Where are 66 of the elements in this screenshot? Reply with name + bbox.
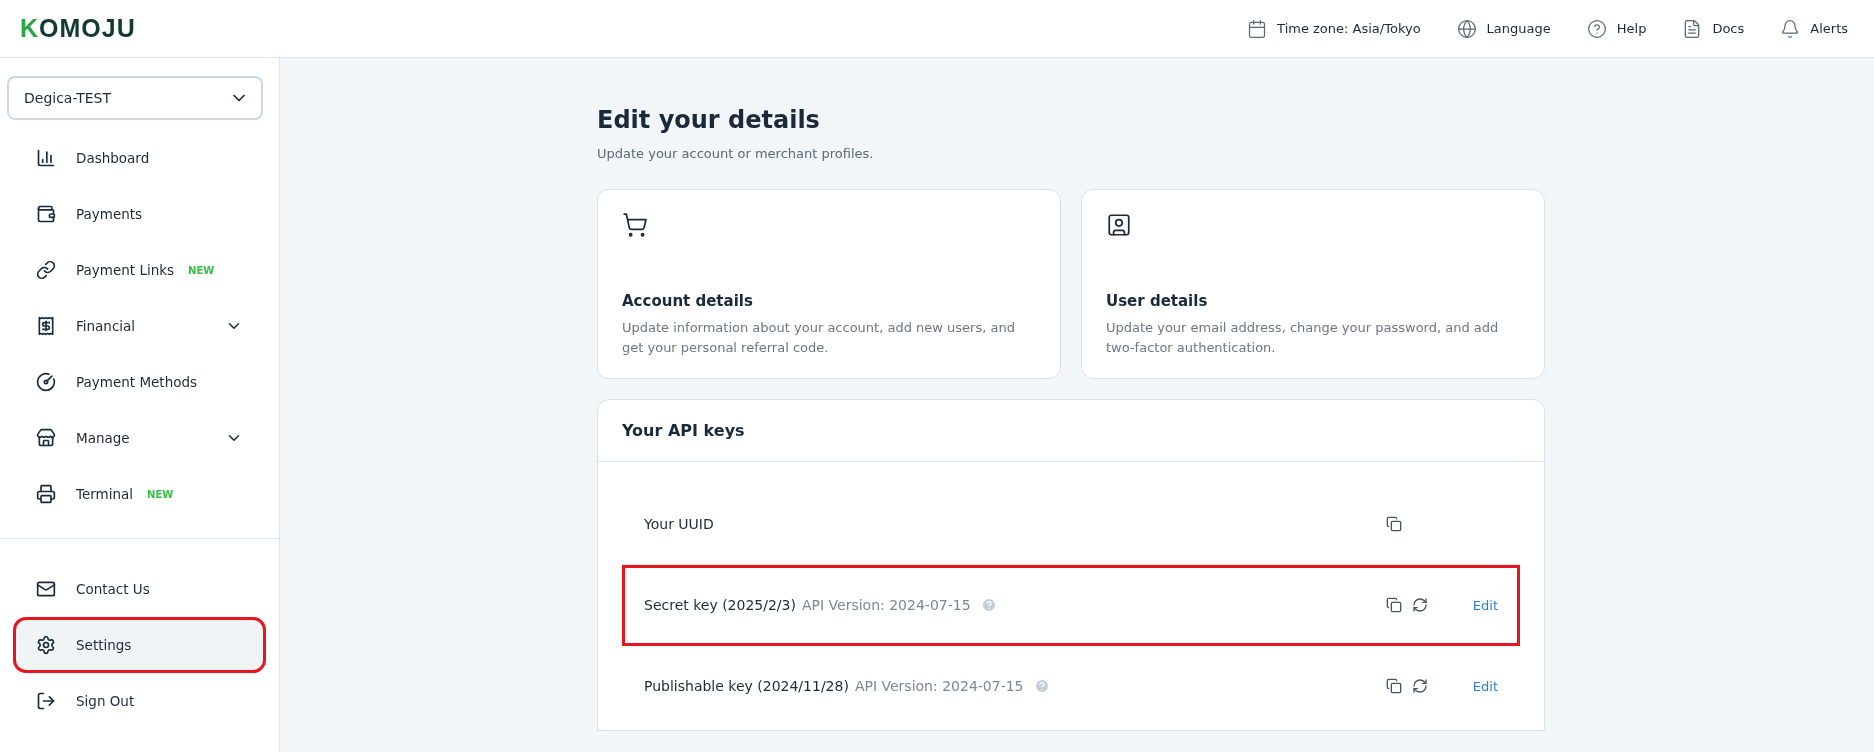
panel-title: Your API keys — [622, 421, 745, 440]
edit-link[interactable]: Edit — [1472, 678, 1498, 694]
settings-icon — [36, 635, 56, 655]
nav-label: Financial — [76, 318, 136, 334]
new-label: NEW — [147, 488, 174, 500]
nav-item[interactable]: Payment Links NEW — [16, 245, 263, 295]
nav-label: Dashboard — [76, 150, 150, 166]
nav-item[interactable]: Settings — [16, 620, 263, 670]
header-link[interactable]: Alerts — [1780, 18, 1848, 39]
account-select[interactable]: Degica-TEST — [7, 76, 263, 120]
user-badge-icon — [1106, 212, 1132, 238]
methods-icon — [36, 372, 56, 392]
bell-icon — [1780, 18, 1801, 39]
settings-card[interactable]: Account details Update information about your account, add new users, and get your personal referral code. — [597, 189, 1061, 379]
komoju-logo[interactable]: KOMOJU — [20, 14, 136, 43]
nav-label: Sign Out — [76, 693, 135, 709]
card-description: Update your email address, change your password, and add two-factor authentication. — [1106, 319, 1500, 357]
nav-item[interactable]: Manage — [16, 413, 263, 463]
header-link[interactable]: Docs — [1682, 18, 1745, 39]
nav-item[interactable]: Payment Methods — [16, 357, 263, 407]
nav-item[interactable]: Terminal NEW — [16, 469, 263, 519]
payments-icon — [36, 204, 56, 224]
globe-icon — [1456, 18, 1477, 39]
nav-label: Terminal — [76, 486, 134, 502]
terminal-icon — [36, 484, 56, 504]
header-link[interactable]: Language — [1456, 18, 1551, 39]
dashboard-icon — [36, 148, 56, 168]
header-link[interactable]: Time zone: Asia/Tokyo — [1247, 18, 1421, 39]
refresh-button[interactable] — [1412, 597, 1428, 613]
cart-icon — [622, 212, 648, 238]
financial-icon — [36, 316, 56, 336]
copy-button[interactable] — [1386, 597, 1402, 613]
header-link[interactable]: Help — [1586, 18, 1647, 39]
api-version: API Version: 2024-07-15 — [854, 678, 1024, 694]
nav-label: Payments — [76, 206, 143, 222]
page-subtitle: Update your account or merchant profiles. — [597, 146, 875, 161]
key-label: Your UUID — [644, 516, 714, 532]
page-title: Edit your details — [597, 106, 821, 134]
api-version: API Version: 2024-07-15 — [801, 597, 971, 613]
nav-item[interactable]: Sign Out — [16, 676, 263, 726]
nav-label: Payment Links — [76, 262, 175, 278]
nav-label: Settings — [76, 637, 132, 653]
links-icon — [36, 260, 56, 280]
settings-card[interactable]: User details Update your email address, change your password, and add two-factor authentication. — [1081, 189, 1545, 379]
calendar-icon — [1247, 18, 1268, 39]
card-description: Update information about your account, add new users, and get your personal referral code. — [622, 319, 1016, 357]
nav-item[interactable]: Payments — [16, 189, 263, 239]
key-label: Secret key (2025/2/3) — [644, 597, 796, 613]
key-label: Publishable key (2024/11/28) — [644, 678, 849, 694]
card-title: User details — [1106, 292, 1209, 310]
refresh-button[interactable] — [1412, 678, 1428, 694]
nav-item[interactable]: Financial — [16, 301, 263, 351]
manage-icon — [36, 428, 56, 448]
card-title: Account details — [622, 292, 754, 310]
copy-button[interactable] — [1386, 678, 1402, 694]
copy-button[interactable] — [1386, 516, 1402, 532]
new-label: NEW — [188, 264, 215, 276]
contact-icon — [36, 579, 56, 599]
nav-label: Payment Methods — [76, 374, 198, 390]
help-icon — [1586, 18, 1607, 39]
nav-item[interactable]: Dashboard — [16, 133, 263, 183]
nav-label: Manage — [76, 430, 130, 446]
nav-item[interactable]: Contact Us — [16, 564, 263, 614]
signout-icon — [36, 691, 56, 711]
edit-link[interactable]: Edit — [1472, 597, 1498, 613]
nav-label: Contact Us — [76, 581, 150, 597]
